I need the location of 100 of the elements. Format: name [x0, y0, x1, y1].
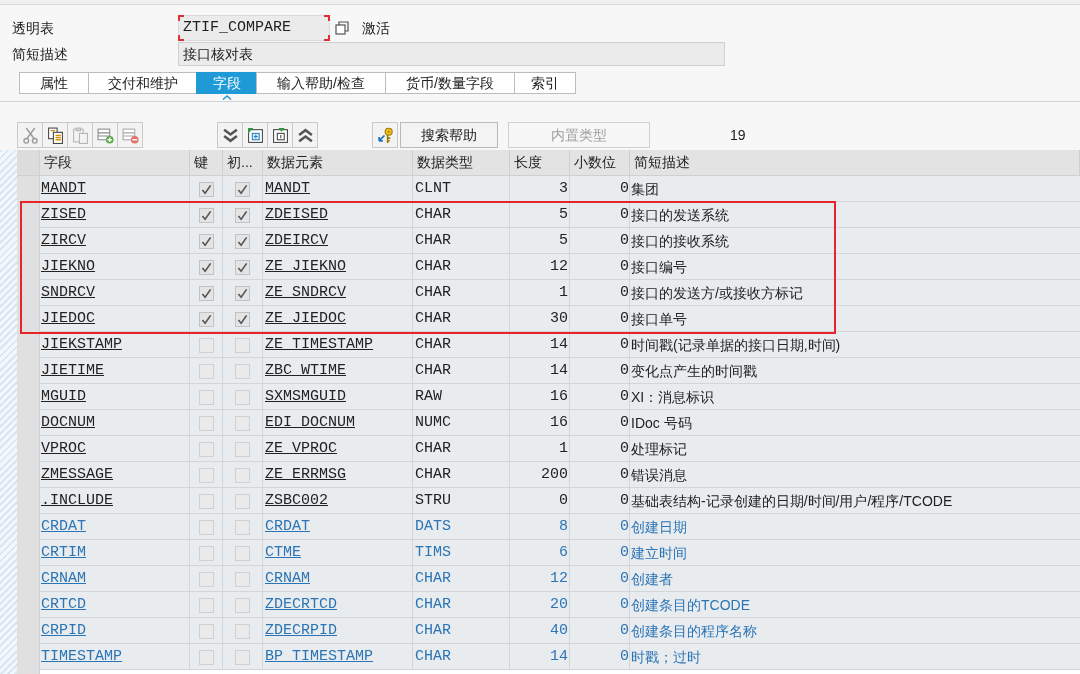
data-element-link[interactable]: ZE_ERRMSG — [265, 463, 346, 487]
column-header: 数据元素 — [263, 150, 413, 175]
field-name-link[interactable]: ZISED — [41, 203, 86, 227]
checkbox[interactable] — [198, 311, 214, 327]
checkbox[interactable] — [198, 623, 214, 639]
data-element-link[interactable]: MANDT — [265, 177, 310, 201]
delete-row-button[interactable] — [117, 122, 143, 148]
insert-row-button[interactable] — [92, 122, 118, 148]
field-name-link[interactable]: TIMESTAMP — [41, 645, 122, 669]
checkbox[interactable] — [235, 571, 250, 587]
checkbox[interactable] — [235, 597, 250, 613]
field-name-link[interactable]: JIEKNO — [41, 255, 95, 279]
field-name-link[interactable]: MGUID — [41, 385, 86, 409]
key-icon — [376, 126, 394, 144]
checkbox[interactable] — [198, 649, 214, 665]
checkbox[interactable] — [235, 545, 250, 561]
tab[interactable]: 索引 — [514, 72, 576, 94]
data-element-link[interactable]: BP_TIMESTAMP — [265, 645, 374, 669]
checkbox[interactable] — [198, 441, 214, 457]
field-name-link[interactable]: CRTIM — [41, 541, 86, 565]
checkbox[interactable] — [198, 467, 214, 483]
checkbox[interactable] — [198, 207, 214, 223]
checkbox[interactable] — [235, 181, 250, 197]
checkbox[interactable] — [198, 181, 214, 197]
field-name-link[interactable]: CRTCD — [41, 593, 86, 617]
row-selector[interactable] — [17, 332, 40, 358]
data-element-link[interactable]: ZE_SNDRCV — [265, 281, 346, 305]
checkbox[interactable] — [235, 363, 250, 379]
copy-button[interactable] — [42, 122, 68, 148]
description-field[interactable]: 接口核对表 — [178, 42, 725, 66]
tab[interactable]: 输入帮助/检查 — [256, 72, 386, 94]
data-element-link[interactable]: ZSBC002 — [265, 489, 328, 513]
data-element-link[interactable]: CRNAM — [265, 567, 310, 591]
field-name-link[interactable]: CRDAT — [41, 515, 86, 539]
checkbox[interactable] — [198, 415, 214, 431]
checkbox[interactable] — [198, 597, 214, 613]
field-name-link[interactable]: .INCLUDE — [41, 489, 113, 513]
checkbox[interactable] — [235, 493, 250, 509]
table-name-field[interactable]: ZTIF_COMPARE — [178, 15, 330, 41]
checkbox[interactable] — [235, 415, 250, 431]
select-block-button[interactable] — [242, 122, 268, 148]
data-element-link[interactable]: CTME — [265, 541, 301, 565]
row-selector[interactable] — [17, 176, 40, 202]
field-name-link[interactable]: JIEKSTAMP — [41, 333, 122, 357]
table-cell-text: 接口的发送方/或接收方标记 — [630, 283, 804, 303]
checkbox[interactable] — [235, 623, 250, 639]
checkbox[interactable] — [235, 311, 250, 327]
expand-all-button[interactable] — [217, 122, 243, 148]
data-element-link[interactable]: CRDAT — [265, 515, 310, 539]
checkbox[interactable] — [198, 337, 214, 353]
field-name-link[interactable]: SNDRCV — [41, 281, 95, 305]
checkbox[interactable] — [198, 545, 214, 561]
checkbox[interactable] — [235, 207, 250, 223]
field-name-link[interactable]: JIETIME — [41, 359, 104, 383]
field-name-link[interactable]: DOCNUM — [41, 411, 95, 435]
toolbar-button[interactable]: 搜索帮助 — [400, 122, 498, 148]
checkbox[interactable] — [235, 519, 250, 535]
data-element-link[interactable]: ZE_VPROC — [265, 437, 337, 461]
field-name-link[interactable]: JIEDOC — [41, 307, 95, 331]
field-name-link[interactable]: ZIRCV — [41, 229, 86, 253]
data-element-link[interactable]: ZDEISED — [265, 203, 328, 227]
checkbox[interactable] — [198, 363, 214, 379]
field-name-link[interactable]: ZMESSAGE — [41, 463, 113, 487]
checkbox[interactable] — [235, 233, 250, 249]
checkbox[interactable] — [198, 493, 214, 509]
field-name-link[interactable]: VPROC — [41, 437, 86, 461]
field-name-link[interactable]: CRNAM — [41, 567, 86, 591]
checkbox[interactable] — [235, 441, 250, 457]
key-button[interactable] — [372, 122, 398, 148]
corner-cell[interactable] — [17, 150, 40, 175]
checkbox[interactable] — [198, 389, 214, 405]
checkbox[interactable] — [198, 285, 214, 301]
checkbox[interactable] — [235, 649, 250, 665]
checkbox[interactable] — [235, 285, 250, 301]
data-element-link[interactable]: ZDECRTCD — [265, 593, 337, 617]
checkbox[interactable] — [235, 389, 250, 405]
checkbox[interactable] — [235, 467, 250, 483]
data-element-link[interactable]: EDI_DOCNUM — [265, 411, 355, 435]
collapse-all-button[interactable] — [292, 122, 318, 148]
checkbox[interactable] — [198, 259, 214, 275]
checkbox[interactable] — [198, 233, 214, 249]
checkbox[interactable] — [235, 259, 250, 275]
data-element-link[interactable]: ZE_JIEDOC — [265, 307, 346, 331]
tab[interactable]: 货币/数量字段 — [385, 72, 515, 94]
data-element-link[interactable]: ZE_JIEKNO — [265, 255, 346, 279]
checkbox[interactable] — [198, 571, 214, 587]
tab[interactable]: 交付和维护 — [88, 72, 197, 94]
paste-icon — [71, 126, 89, 144]
data-element-link[interactable]: ZE_TIMESTAMP — [265, 333, 374, 357]
data-element-link[interactable]: ZBC_WTIME — [265, 359, 346, 383]
deselect-block-button[interactable] — [267, 122, 293, 148]
row-selector[interactable] — [17, 306, 40, 332]
data-element-link[interactable]: SXMSMGUID — [265, 385, 346, 409]
tab[interactable]: 属性 — [19, 72, 89, 94]
checkbox[interactable] — [198, 519, 214, 535]
field-name-link[interactable]: CRPID — [41, 619, 86, 643]
data-element-link[interactable]: ZDEIRCV — [265, 229, 328, 253]
field-name-link[interactable]: MANDT — [41, 177, 86, 201]
checkbox[interactable] — [235, 337, 250, 353]
data-element-link[interactable]: ZDECRPID — [265, 619, 337, 643]
